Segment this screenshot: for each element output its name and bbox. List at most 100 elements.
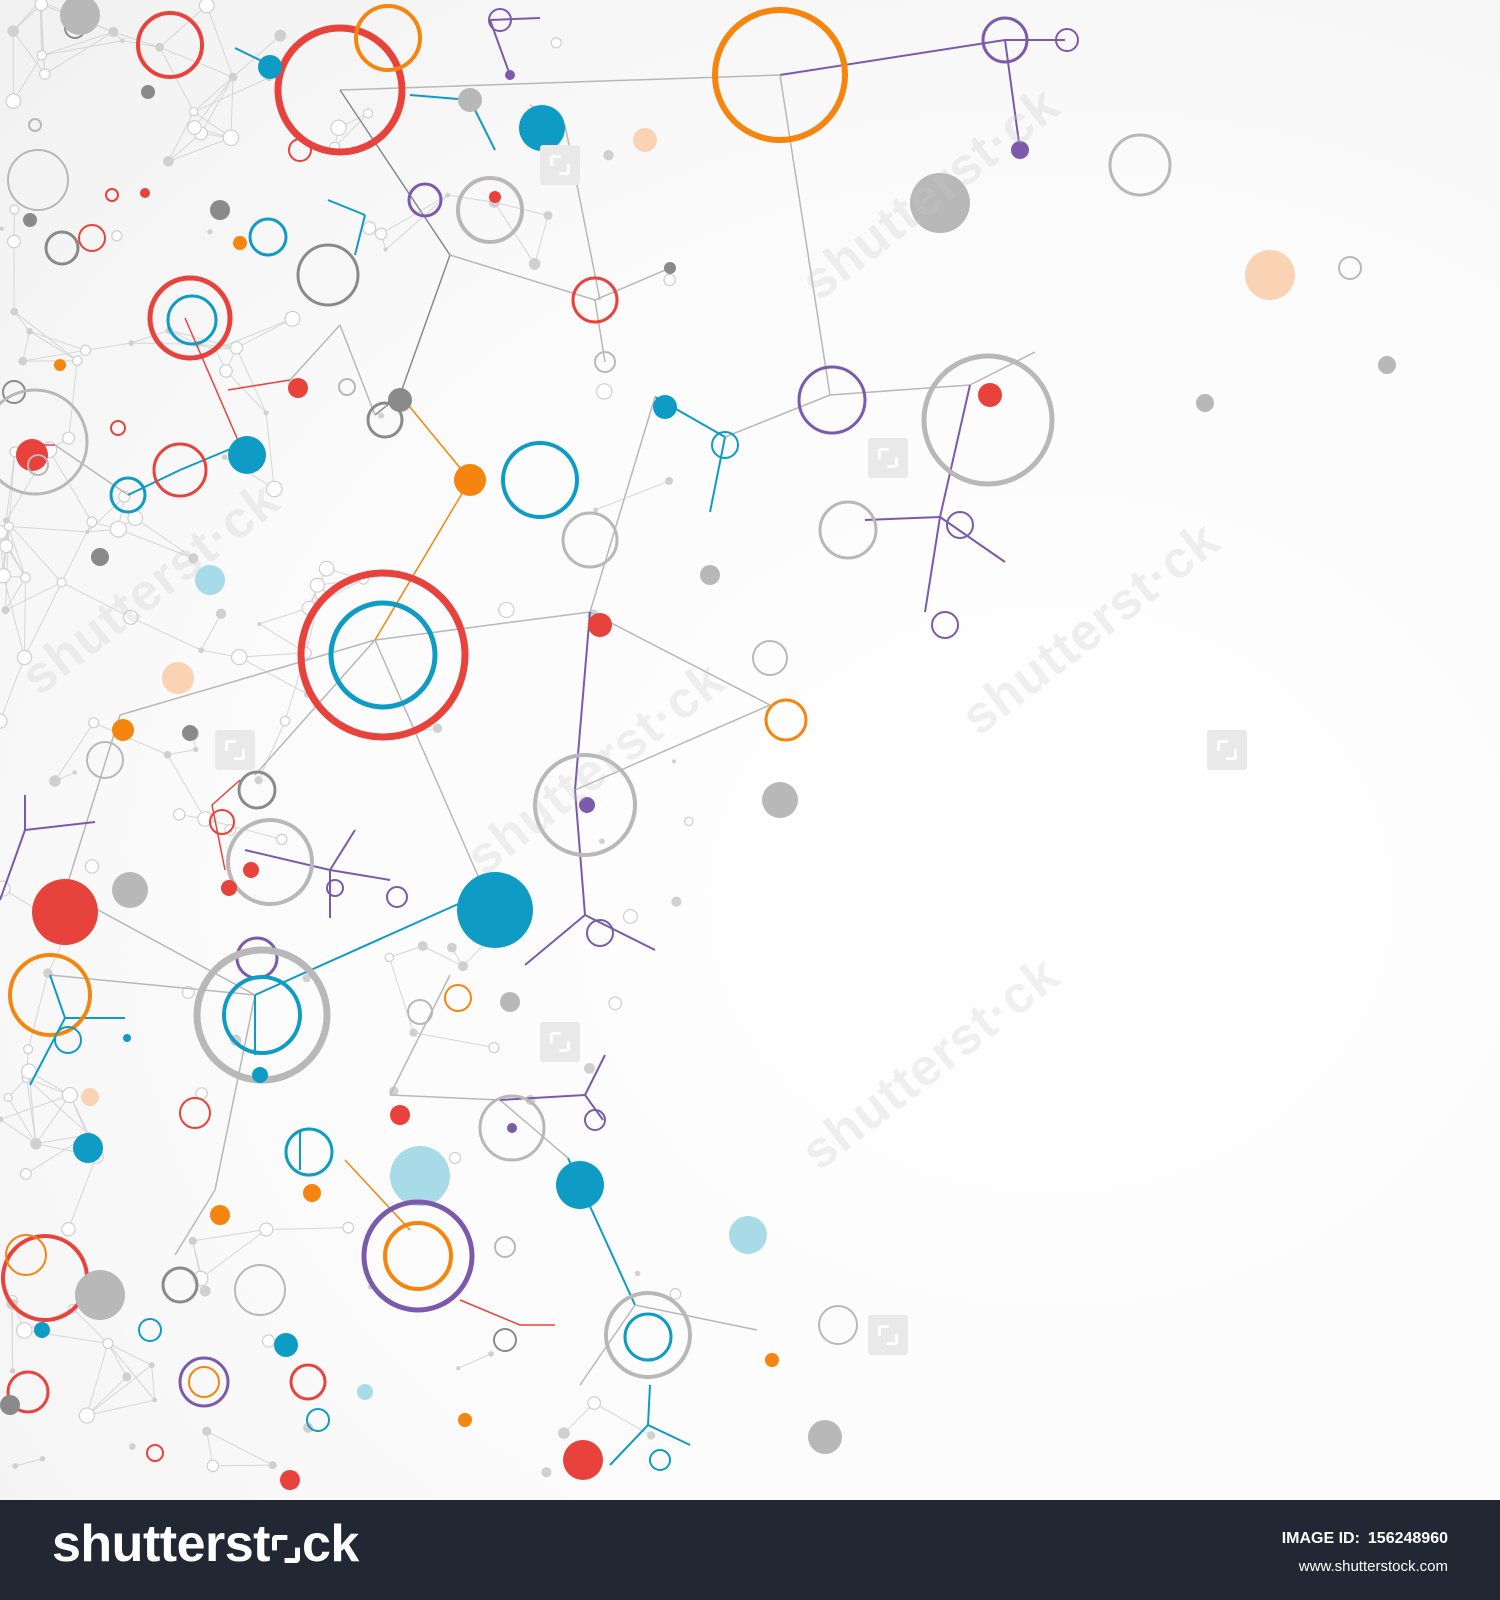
faint-node — [634, 1270, 641, 1277]
network-node-ring — [179, 1097, 211, 1129]
faint-node — [109, 520, 127, 538]
faint-link — [595, 480, 670, 511]
watermark-logo-icon — [540, 1022, 580, 1062]
network-node — [233, 236, 247, 250]
faint-node — [229, 341, 244, 355]
faint-node — [622, 909, 638, 924]
network-node — [1245, 250, 1295, 300]
faint-node — [79, 344, 92, 356]
network-node — [762, 782, 798, 818]
network-link — [389, 1094, 501, 1101]
faint-node — [193, 746, 199, 753]
network-link — [939, 384, 971, 518]
faint-link — [225, 370, 267, 414]
faint-link — [11, 1303, 14, 1371]
network-node — [458, 88, 482, 112]
network-node-ring — [407, 999, 433, 1025]
faint-node — [36, 50, 48, 61]
network-node-ring — [444, 984, 472, 1012]
faint-link — [168, 137, 232, 162]
network-link — [399, 394, 471, 481]
network-node — [210, 200, 230, 220]
faint-link — [13, 311, 78, 362]
network-node-ring — [288, 138, 312, 162]
faint-node — [342, 1221, 355, 1234]
network-node-ring — [818, 1305, 858, 1345]
network-node-ring — [222, 975, 302, 1055]
faint-node — [445, 192, 451, 198]
faint-node — [593, 507, 598, 513]
network-node-ring — [649, 1449, 671, 1471]
network-node — [765, 1353, 779, 1367]
faint-node — [9, 204, 20, 215]
faint-node — [671, 759, 676, 764]
shutterstock-logo-icon — [271, 1535, 300, 1563]
faint-link — [167, 748, 196, 756]
faint-node — [84, 859, 100, 874]
network-node — [1378, 356, 1396, 374]
faint-link — [41, 31, 114, 56]
network-node — [243, 862, 259, 878]
faint-node — [26, 328, 33, 335]
faint-node — [279, 715, 291, 727]
faint-link — [151, 1365, 156, 1401]
faint-node — [257, 621, 262, 626]
faint-link — [193, 77, 270, 113]
faint-link — [14, 1458, 43, 1467]
network-node — [500, 992, 520, 1012]
faint-link — [388, 957, 414, 1033]
faint-link — [12, 55, 43, 102]
faint-node — [34, 0, 48, 12]
faint-node — [228, 72, 238, 82]
brand-text-left: shutterst — [52, 1515, 270, 1573]
faint-node — [383, 247, 388, 252]
network-node — [978, 383, 1002, 407]
faint-link — [192, 1228, 267, 1242]
faint-node — [254, 776, 263, 785]
faint-node — [0, 226, 4, 231]
footer-bar: shutterst ck IMAGE ID: 156248960 www.shutt… — [0, 1500, 1500, 1600]
faint-node — [7, 25, 19, 37]
network-node — [288, 378, 308, 398]
faint-node — [9, 1368, 16, 1374]
network-node — [141, 85, 155, 99]
faint-link — [236, 318, 293, 349]
site-url[interactable]: www.shutterstock.com — [1299, 1558, 1448, 1575]
faint-node — [259, 1222, 274, 1237]
faint-link — [22, 331, 31, 362]
network-node-ring — [44, 230, 80, 266]
network-node-ring — [764, 698, 808, 742]
faint-node — [188, 1236, 197, 1246]
faint-link — [389, 945, 423, 958]
faint-link — [457, 1353, 492, 1369]
faint-node — [206, 1459, 220, 1473]
faint-node — [528, 258, 541, 270]
image-id: IMAGE ID: 156248960 — [1282, 1530, 1448, 1548]
network-node — [0, 1395, 20, 1415]
faint-link — [259, 607, 310, 625]
faint-node — [0, 539, 14, 554]
faint-node — [187, 120, 202, 135]
network-node — [23, 213, 37, 227]
network-link — [374, 611, 591, 641]
faint-node — [318, 560, 335, 577]
faint-node — [362, 221, 377, 236]
faint-node — [18, 356, 28, 366]
faint-node — [15, 1322, 33, 1339]
faint-link — [41, 40, 123, 56]
network-node-ring — [501, 441, 579, 519]
network-node — [221, 880, 237, 896]
faint-link — [200, 613, 222, 651]
brand-text-right: ck — [301, 1515, 359, 1573]
faint-node — [88, 717, 100, 729]
faint-node — [417, 940, 428, 952]
network-link — [399, 254, 451, 396]
network-node-ring — [361, 1199, 475, 1313]
faint-link — [68, 1156, 97, 1230]
faint-node — [10, 307, 19, 316]
brand-logo[interactable]: shutterst ck — [52, 1514, 359, 1574]
faint-node — [663, 273, 676, 287]
faint-node — [61, 1086, 79, 1104]
network-node — [653, 395, 677, 419]
network-node — [556, 1161, 604, 1209]
